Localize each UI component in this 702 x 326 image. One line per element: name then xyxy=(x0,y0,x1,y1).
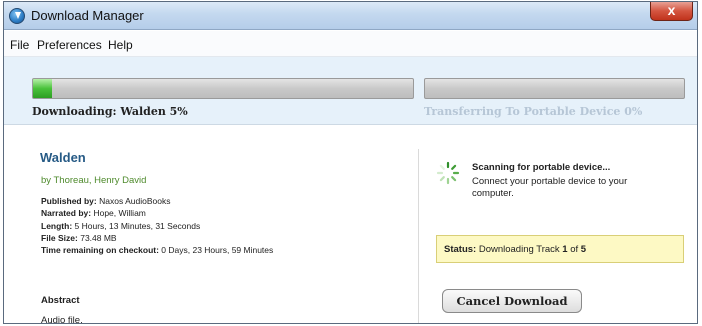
download-progress-bar xyxy=(32,78,414,99)
length-label: Length: xyxy=(41,221,73,231)
file-size-label: File Size: xyxy=(41,233,78,243)
menu-bar: File Preferences Help xyxy=(4,31,697,57)
download-progress-fill xyxy=(33,79,52,98)
published-by-value: Naxos AudioBooks xyxy=(99,196,171,206)
vertical-divider xyxy=(418,149,419,323)
menu-file[interactable]: File xyxy=(10,38,29,52)
status-text: Status: Downloading Track 1 of 5 xyxy=(444,244,586,255)
published-by-label: Published by: xyxy=(41,196,97,206)
time-remaining-label: Time remaining on checkout: xyxy=(41,245,159,255)
narrated-by-row: Narrated by: Hope, William xyxy=(41,208,146,218)
book-author: by Thoreau, Henry David xyxy=(41,175,147,186)
file-size-value: 73.48 MB xyxy=(80,233,117,243)
scan-title: Scanning for portable device... xyxy=(472,162,611,173)
title-bar[interactable]: Download Manager x xyxy=(4,2,697,30)
file-size-row: File Size: 73.48 MB xyxy=(41,233,117,243)
scan-message: Connect your portable device to your com… xyxy=(472,176,628,199)
menu-preferences[interactable]: Preferences xyxy=(37,38,102,52)
window-title: Download Manager xyxy=(31,8,144,23)
download-manager-window: Download Manager x File Preferences Help… xyxy=(3,1,698,324)
length-value: 5 Hours, 13 Minutes, 31 Seconds xyxy=(74,221,201,231)
spinner-icon xyxy=(436,161,460,185)
published-by-row: Published by: Naxos AudioBooks xyxy=(41,196,170,206)
abstract-text: Audio file. xyxy=(41,315,83,324)
download-app-icon xyxy=(9,8,25,24)
status-label: Status: xyxy=(444,244,477,255)
abstract-heading: Abstract xyxy=(41,295,80,306)
status-prefix: Downloading Track xyxy=(478,244,560,255)
progress-panel: Downloading: Walden 5% Transferring To P… xyxy=(4,57,697,125)
cancel-download-button[interactable]: Cancel Download xyxy=(442,289,582,313)
download-progress-label: Downloading: Walden 5% xyxy=(32,105,188,118)
status-total-tracks: 5 xyxy=(580,244,587,255)
length-row: Length: 5 Hours, 13 Minutes, 31 Seconds xyxy=(41,221,200,231)
content-area: Walden by Thoreau, Henry David Published… xyxy=(4,126,697,324)
transfer-progress-label: Transferring To Portable Device 0% xyxy=(424,105,643,118)
status-current-track: 1 xyxy=(562,244,568,255)
book-title: Walden xyxy=(40,150,86,165)
narrated-by-value: Hope, William xyxy=(93,208,146,218)
time-remaining-value: 0 Days, 23 Hours, 59 Minutes xyxy=(161,245,274,255)
transfer-progress-bar xyxy=(424,78,685,99)
menu-help[interactable]: Help xyxy=(108,38,133,52)
close-button[interactable]: x xyxy=(650,2,693,21)
status-box: Status: Downloading Track 1 of 5 xyxy=(436,235,684,263)
status-of: of xyxy=(570,244,579,255)
narrated-by-label: Narrated by: xyxy=(41,208,92,218)
time-remaining-row: Time remaining on checkout: 0 Days, 23 H… xyxy=(41,245,273,255)
